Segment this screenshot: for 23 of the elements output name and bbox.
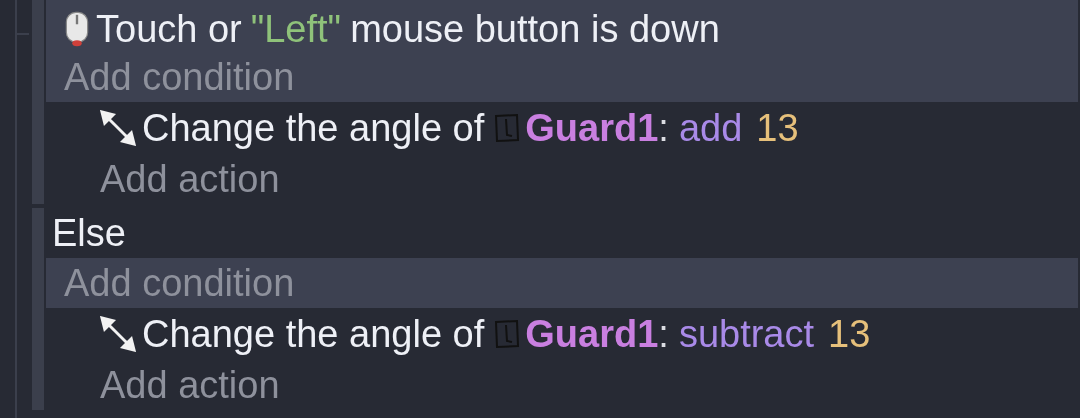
- diagonal-arrow-icon: [100, 110, 136, 146]
- number-parameter: 13: [756, 105, 799, 151]
- operator-text: add: [678, 105, 743, 151]
- sprite-icon: [493, 111, 522, 145]
- sprite-icon: [493, 317, 522, 351]
- operator-text: subtract: [678, 311, 815, 357]
- add-condition-link[interactable]: Add condition: [64, 258, 1078, 308]
- else-label: Else: [51, 210, 127, 256]
- diagonal-arrow-icon: [100, 316, 136, 352]
- number-parameter: 13: [828, 311, 871, 357]
- add-action-link[interactable]: Add action: [100, 154, 1078, 204]
- instruction-text: mouse button is down: [350, 6, 720, 52]
- separator-text: :: [658, 105, 669, 151]
- separator-text: :: [658, 311, 669, 357]
- instruction-text: Change the angle of: [142, 105, 485, 151]
- add-action-link[interactable]: Add action: [100, 360, 1078, 410]
- add-condition-link[interactable]: Add condition: [64, 52, 1078, 102]
- instruction-text: Change the angle of: [142, 311, 485, 357]
- instruction-text: Touch or: [96, 6, 242, 52]
- string-parameter: "Left": [250, 6, 342, 52]
- object-name: Guard1: [525, 311, 659, 357]
- object-name: Guard1: [525, 105, 659, 151]
- mouse-icon: [64, 11, 90, 47]
